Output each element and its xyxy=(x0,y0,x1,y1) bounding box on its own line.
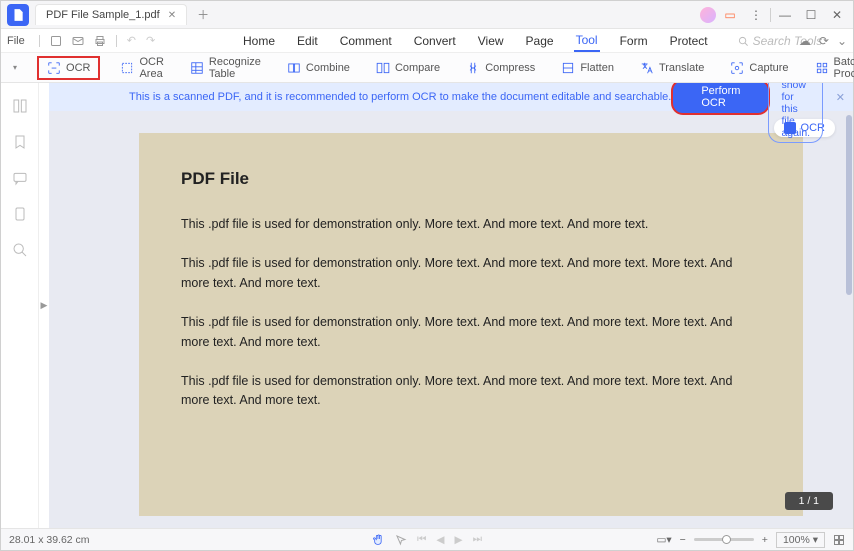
compress-button[interactable]: Compress xyxy=(460,58,541,78)
title-divider xyxy=(770,8,771,22)
undo-icon[interactable]: ↶ xyxy=(127,34,136,47)
minimize-icon[interactable]: — xyxy=(773,3,797,27)
flatten-button[interactable]: Flatten xyxy=(555,58,620,78)
prev-page-icon[interactable]: ◀ xyxy=(436,534,444,546)
next-page-icon[interactable]: ▶ xyxy=(455,534,463,546)
fit-page-icon[interactable] xyxy=(833,534,845,546)
ocr-area-button[interactable]: OCR Area xyxy=(114,53,169,83)
document-paragraph: This .pdf file is used for demonstration… xyxy=(181,254,761,293)
menu-home[interactable]: Home xyxy=(241,31,277,51)
bookmark-icon[interactable] xyxy=(11,133,29,151)
select-tool-icon[interactable] xyxy=(395,534,407,546)
canvas: This is a scanned PDF, and it is recomme… xyxy=(49,83,853,528)
recognize-table-button[interactable]: Recognize Table xyxy=(184,53,267,83)
batch-process-button[interactable]: Batch Process xyxy=(809,53,854,83)
compare-icon xyxy=(376,61,390,75)
thumbnails-icon[interactable] xyxy=(11,97,29,115)
attachment-icon[interactable] xyxy=(11,205,29,223)
translate-button[interactable]: Translate xyxy=(634,58,710,78)
more-icon[interactable]: ⋮ xyxy=(744,3,768,27)
perform-ocr-button[interactable]: Perform OCR xyxy=(671,83,770,115)
mail-icon[interactable] xyxy=(72,35,84,47)
collapse-ribbon-icon[interactable]: ⌄ xyxy=(837,34,847,48)
comment-panel-icon[interactable] xyxy=(11,169,29,187)
note-icon[interactable]: ▭ xyxy=(718,3,742,27)
translate-icon xyxy=(640,61,654,75)
dont-show-button[interactable]: Do not show for this file again. xyxy=(768,83,823,143)
menu-page[interactable]: Page xyxy=(524,31,556,51)
refresh-icon[interactable]: ⟳ xyxy=(819,34,829,48)
last-page-icon[interactable]: ⏭ xyxy=(473,533,482,546)
left-sidebar xyxy=(1,83,39,528)
status-bar: 28.01 x 39.62 cm ⏮ ◀ ▶ ⏭ ▭▾ − + 100% ▾ xyxy=(1,528,853,550)
menu-comment[interactable]: Comment xyxy=(338,31,394,51)
vertical-scrollbar[interactable] xyxy=(843,83,853,528)
page-indicator: 1 / 1 xyxy=(785,492,833,510)
document-page: PDF File This .pdf file is used for demo… xyxy=(139,133,803,516)
menu-tool[interactable]: Tool xyxy=(574,30,600,52)
save-icon[interactable] xyxy=(50,35,62,47)
menu-edit[interactable]: Edit xyxy=(295,31,320,51)
combine-icon xyxy=(287,61,301,75)
first-page-icon[interactable]: ⏮ xyxy=(417,533,426,546)
document-paragraph: This .pdf file is used for demonstration… xyxy=(181,372,761,411)
zoom-out-icon[interactable]: − xyxy=(680,534,686,546)
file-row: File ↶ ↷ Home Edit Comment Convert View … xyxy=(1,29,853,53)
batch-icon xyxy=(815,61,829,75)
body-area: ▶ This is a scanned PDF, and it is recom… xyxy=(1,83,853,528)
close-banner-icon[interactable]: ✕ xyxy=(836,91,845,104)
print-icon[interactable] xyxy=(94,35,106,47)
file-menu[interactable]: File xyxy=(7,35,25,47)
ocr-area-icon xyxy=(120,61,134,75)
combine-button[interactable]: Combine xyxy=(281,58,356,78)
compare-button[interactable]: Compare xyxy=(370,58,446,78)
ocr-button[interactable]: OCR xyxy=(37,56,100,80)
status-dimensions: 28.01 x 39.62 cm xyxy=(9,534,90,546)
cloud-icon[interactable]: ☁ xyxy=(799,34,811,48)
zoom-in-icon[interactable]: + xyxy=(762,534,768,546)
close-tab-icon[interactable]: ✕ xyxy=(168,10,176,21)
menu-view[interactable]: View xyxy=(476,31,506,51)
document-paragraph: This .pdf file is used for demonstration… xyxy=(181,215,761,234)
scroll-thumb[interactable] xyxy=(846,115,852,295)
compress-icon xyxy=(466,61,480,75)
maximize-icon[interactable]: ☐ xyxy=(799,3,823,27)
zoom-value[interactable]: 100% ▾ xyxy=(776,532,825,548)
avatar-icon[interactable] xyxy=(700,7,716,23)
capture-icon xyxy=(730,61,744,75)
ocr-icon xyxy=(47,61,61,75)
document-tab[interactable]: PDF File Sample_1.pdf ✕ xyxy=(35,4,187,25)
ocr-banner: This is a scanned PDF, and it is recomme… xyxy=(49,83,853,111)
document-heading: PDF File xyxy=(181,169,761,189)
title-bar: PDF File Sample_1.pdf ✕ ＋ ▭ ⋮ — ☐ ✕ xyxy=(1,1,853,29)
document-paragraph: This .pdf file is used for demonstration… xyxy=(181,313,761,352)
add-tab-button[interactable]: ＋ xyxy=(193,5,213,25)
capture-button[interactable]: Capture xyxy=(724,58,794,78)
app-logo xyxy=(7,4,29,26)
view-mode-icon[interactable]: ▭▾ xyxy=(656,534,671,546)
redo-icon[interactable]: ↷ xyxy=(146,34,155,47)
toolbar: ▾ OCR OCR Area Recognize Table Combine C… xyxy=(1,53,853,83)
menu-convert[interactable]: Convert xyxy=(412,31,458,51)
toolbar-dropdown-icon[interactable]: ▾ xyxy=(11,63,19,72)
search-panel-icon[interactable] xyxy=(11,241,29,259)
close-window-icon[interactable]: ✕ xyxy=(825,3,849,27)
zoom-slider[interactable] xyxy=(694,538,754,541)
menu-protect[interactable]: Protect xyxy=(668,31,710,51)
banner-message: This is a scanned PDF, and it is recomme… xyxy=(129,91,671,103)
menu-form[interactable]: Form xyxy=(618,31,650,51)
hand-tool-icon[interactable] xyxy=(372,533,385,546)
table-icon xyxy=(190,61,204,75)
expand-sidebar-icon[interactable]: ▶ xyxy=(39,83,49,528)
zoom-slider-thumb[interactable] xyxy=(722,535,731,544)
tab-title: PDF File Sample_1.pdf xyxy=(46,9,160,21)
flatten-icon xyxy=(561,61,575,75)
